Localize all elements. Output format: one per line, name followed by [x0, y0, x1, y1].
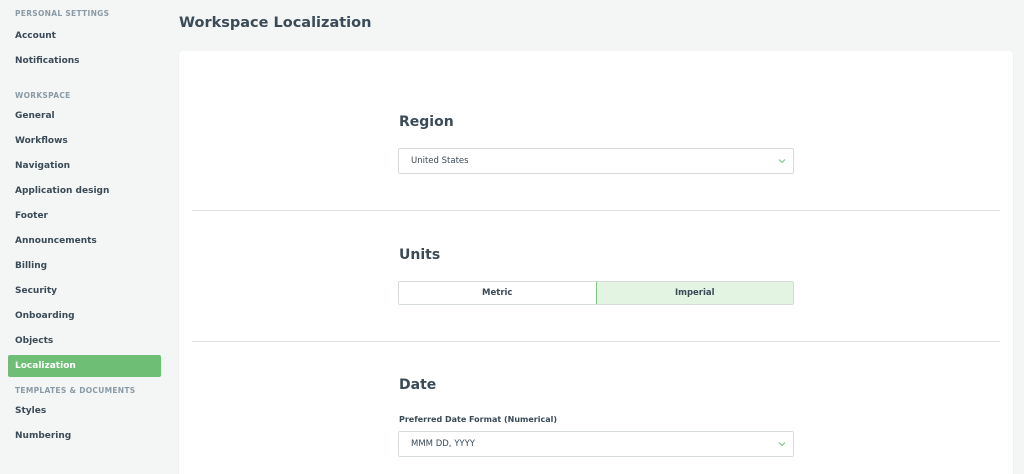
sidebar-item-application-design[interactable]: Application design [0, 179, 168, 204]
units-option-imperial[interactable]: Imperial [595, 282, 793, 304]
units-heading: Units [399, 247, 441, 263]
units-option-metric[interactable]: Metric [399, 282, 596, 304]
sidebar-item-styles[interactable]: Styles [0, 399, 168, 424]
sidebar-item-billing[interactable]: Billing [0, 254, 168, 279]
units-toggle: Metric Imperial [398, 281, 794, 305]
sidebar-item-navigation[interactable]: Navigation [0, 154, 168, 179]
chevron-down-icon [778, 442, 786, 447]
sidebar-item-general[interactable]: General [0, 104, 168, 129]
sidebar-section-workspace: WORKSPACE [15, 91, 71, 100]
date-format-select-value: MMM DD, YYYY [411, 439, 475, 449]
date-format-select[interactable]: MMM DD, YYYY [398, 431, 794, 457]
sidebar-section-templates-documents: TEMPLATES & DOCUMENTS [15, 386, 136, 395]
section-divider [192, 210, 1000, 211]
region-heading: Region [399, 114, 454, 130]
sidebar-item-footer[interactable]: Footer [0, 204, 168, 229]
chevron-down-icon [778, 159, 786, 164]
date-format-label: Preferred Date Format (Numerical) [399, 415, 558, 424]
sidebar-item-notifications[interactable]: Notifications [0, 49, 168, 74]
date-heading: Date [399, 377, 437, 393]
sidebar-section-personal-settings: PERSONAL SETTINGS [15, 9, 110, 18]
sidebar-item-objects[interactable]: Objects [0, 329, 168, 354]
sidebar-item-security[interactable]: Security [0, 279, 168, 304]
page-title: Workspace Localization [179, 15, 372, 31]
sidebar-item-workflows[interactable]: Workflows [0, 129, 168, 154]
sidebar-item-localization[interactable]: Localization [8, 355, 161, 377]
sidebar-item-announcements[interactable]: Announcements [0, 229, 168, 254]
region-select-value: United States [411, 156, 469, 166]
localization-card: Region United States Units Metric Imperi… [179, 51, 1013, 474]
sidebar-item-numbering[interactable]: Numbering [0, 424, 168, 449]
settings-app: PERSONAL SETTINGS Account Notifications … [0, 0, 1024, 474]
region-select[interactable]: United States [398, 148, 794, 174]
settings-sidebar: PERSONAL SETTINGS Account Notifications … [0, 0, 168, 474]
sidebar-item-account[interactable]: Account [0, 24, 168, 49]
sidebar-item-onboarding[interactable]: Onboarding [0, 304, 168, 329]
section-divider [192, 341, 1000, 342]
